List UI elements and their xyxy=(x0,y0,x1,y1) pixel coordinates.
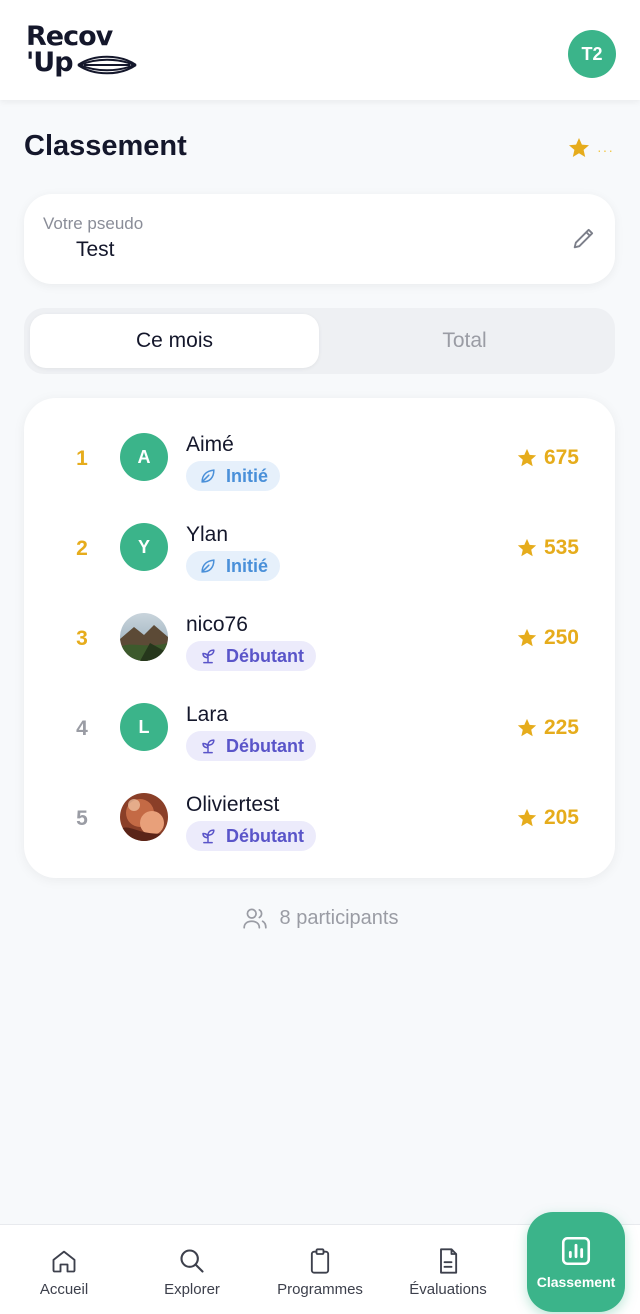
level-badge: Débutant xyxy=(186,731,316,761)
leaderboard-row[interactable]: 3 nico76 Débutant 250 xyxy=(24,593,615,683)
score: 250 xyxy=(516,626,579,650)
avatar-photo xyxy=(120,793,168,841)
pseudo-value: Test xyxy=(76,238,115,261)
home-icon xyxy=(52,1250,76,1273)
level-label: Initié xyxy=(226,465,269,486)
level-label: Débutant xyxy=(226,735,304,756)
bar-chart-icon xyxy=(561,1236,591,1266)
pseudo-card: Votre pseudo Test xyxy=(24,194,615,284)
loading-dots: ··· xyxy=(597,142,614,158)
score-value: 250 xyxy=(543,626,579,649)
level-label: Initié xyxy=(226,555,269,576)
star-icon xyxy=(517,448,537,467)
user-avatar[interactable]: T2 xyxy=(568,30,616,78)
leaderboard-row[interactable]: 5 Oliviertest Débutant 205 xyxy=(24,773,615,863)
rank-number: 1 xyxy=(76,447,88,470)
users-icon xyxy=(242,908,267,929)
score-value: 225 xyxy=(543,716,579,739)
score: 205 xyxy=(516,806,579,830)
tab-total[interactable]: Total xyxy=(320,314,609,368)
search-icon xyxy=(180,1249,204,1273)
leaf-icon xyxy=(201,469,215,483)
leaderboard-row[interactable]: 4 L Lara Débutant 225 xyxy=(24,683,615,773)
nav-evaluations[interactable]: Évaluations xyxy=(384,1225,512,1314)
sprout-icon xyxy=(202,649,215,664)
level-badge: Débutant xyxy=(186,821,316,851)
player-name: Ylan xyxy=(186,523,229,546)
level-badge: Initié xyxy=(186,551,281,581)
score: 225 xyxy=(516,716,579,740)
document-icon xyxy=(440,1248,458,1274)
player-name: nico76 xyxy=(186,613,248,636)
participants-label: 8 participants xyxy=(279,906,399,929)
landscape-photo-icon xyxy=(120,613,168,661)
pseudo-label: Votre pseudo xyxy=(43,214,144,233)
level-badge: Débutant xyxy=(186,641,316,671)
nav-label: Accueil xyxy=(39,1281,89,1298)
nav-label: Programmes xyxy=(277,1281,363,1298)
sprout-icon xyxy=(202,739,215,754)
star-icon xyxy=(517,628,537,647)
level-badge: Initié xyxy=(186,461,281,491)
tab-this-month[interactable]: Ce mois xyxy=(30,314,319,368)
leaf-icon xyxy=(201,559,215,573)
player-name: Oliviertest xyxy=(186,793,280,816)
sprout-icon xyxy=(202,829,215,844)
nav-label: Évaluations xyxy=(409,1281,487,1298)
nav-label: Classement xyxy=(536,1274,616,1290)
star-icon xyxy=(517,538,537,557)
logo-wave-icon xyxy=(77,55,137,75)
avatar-photo xyxy=(120,613,168,661)
level-label: Débutant xyxy=(226,825,304,846)
page-title: Classement xyxy=(24,130,187,162)
rank-number: 5 xyxy=(76,807,88,830)
star-icon xyxy=(517,718,537,737)
avatar: A xyxy=(120,433,168,481)
leaderboard: 1 A Aimé Initié 675 2 Y Ylan Initié 535 xyxy=(24,398,615,878)
leaderboard-row[interactable]: 2 Y Ylan Initié 535 xyxy=(24,503,615,593)
app-header: Recov 'Up T2 xyxy=(0,0,640,100)
score-value: 535 xyxy=(543,536,579,559)
pencil-icon xyxy=(573,228,594,249)
player-name: Aimé xyxy=(186,433,234,456)
rank-number: 4 xyxy=(76,717,88,740)
player-name: Lara xyxy=(186,703,229,726)
nav-home[interactable]: Accueil xyxy=(0,1225,128,1314)
star-icon xyxy=(569,138,589,157)
score: 675 xyxy=(516,446,579,470)
avatar: Y xyxy=(120,523,168,571)
rank-number: 2 xyxy=(76,537,88,560)
recovup-logo[interactable]: Recov 'Up xyxy=(24,23,140,84)
nav-explore[interactable]: Explorer xyxy=(128,1225,256,1314)
clipboard-icon xyxy=(310,1248,330,1274)
rank-number: 3 xyxy=(76,627,88,650)
participants-count: 8 participants xyxy=(0,905,640,931)
portrait-photo-icon xyxy=(120,793,168,841)
nav-ranking[interactable]: Classement xyxy=(527,1212,625,1312)
score: 535 xyxy=(516,536,579,560)
edit-pseudo-button[interactable] xyxy=(569,224,599,254)
score-value: 675 xyxy=(543,446,579,469)
period-tabs: Ce mois Total xyxy=(24,308,615,374)
leaderboard-row[interactable]: 1 A Aimé Initié 675 xyxy=(24,413,615,503)
nav-programs[interactable]: Programmes xyxy=(256,1225,384,1314)
nav-label: Explorer xyxy=(164,1281,220,1298)
level-label: Débutant xyxy=(226,645,304,666)
star-icon xyxy=(517,808,537,827)
avatar: L xyxy=(120,703,168,751)
score-value: 205 xyxy=(543,806,579,829)
